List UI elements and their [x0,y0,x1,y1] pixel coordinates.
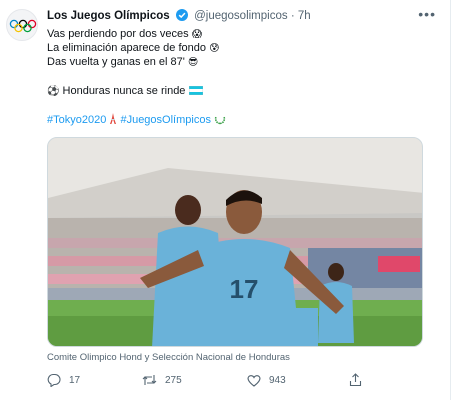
tweet-line-4: ⚽ Honduras nunca se rinde [47,84,417,99]
share-button[interactable] [349,372,362,388]
retweet-button[interactable]: 275 [142,372,182,388]
soccer-ball-emoji: ⚽ [47,86,60,97]
hashtag-tokyo2020[interactable]: #Tokyo2020 [47,114,106,126]
tweet-hashtags: #Tokyo2020 #JuegosOlímpicos [47,113,417,127]
tweet-line-2-text: La eliminación aparece de fondo [47,42,207,54]
more-options-icon[interactable]: ••• [418,6,436,22]
avatar[interactable] [6,9,38,41]
tweet-line-3: Das vuelta y ganas en el 87' 😎 [47,55,417,70]
laurel-wreath-icon [214,116,226,125]
reply-button[interactable]: 17 [47,372,80,388]
tweet-line-4-text: Honduras nunca se rinde [62,85,186,97]
tweet-line-1: Vas perdiendo por dos veces 😱 [47,27,417,42]
reply-count: 17 [69,374,81,386]
share-icon [349,373,362,387]
account-name[interactable]: Los Juegos Olímpicos [47,10,170,22]
jersey-number: 17 [230,274,259,304]
screaming-face-emoji: 😱 [191,29,203,40]
celebration-photo: 17 [48,138,422,346]
anxious-face-emoji: 😰 [209,43,220,54]
like-button[interactable]: 943 [247,372,286,388]
tweet-photo[interactable]: 17 [47,137,423,347]
retweet-count: 275 [165,374,182,386]
sunglasses-face-emoji: 😎 [187,57,199,68]
like-count: 943 [269,374,286,386]
account-handle[interactable]: @juegosolimpicos [194,10,288,22]
hashtag-juegosolimpicos[interactable]: #JuegosOlímpicos [120,114,211,126]
tweet-line-1-text: Vas perdiendo por dos veces [47,28,189,40]
olympic-rings-icon [9,19,37,33]
heart-icon [247,374,261,387]
tweet-line-2: La eliminación aparece de fondo 😰 [47,41,417,56]
tweet-timestamp[interactable]: 7h [298,10,311,22]
header-separator: · [290,10,295,22]
tweet-header: Los Juegos Olímpicos @juegosolimpicos · … [47,9,427,25]
photo-caption: Comite Olimpico Hond y Selección Naciona… [47,352,290,363]
verified-badge-icon [175,9,188,24]
reply-icon [47,373,61,387]
tweet-actions: 17 275 943 [47,372,377,388]
honduras-flag-icon [188,85,203,96]
retweet-icon [142,375,157,385]
tweet-line-3-text: Das vuelta y ganas en el 87' [47,56,185,68]
tokyo-tower-icon [110,113,117,124]
tweet-card[interactable]: Los Juegos Olímpicos @juegosolimpicos · … [0,0,451,400]
